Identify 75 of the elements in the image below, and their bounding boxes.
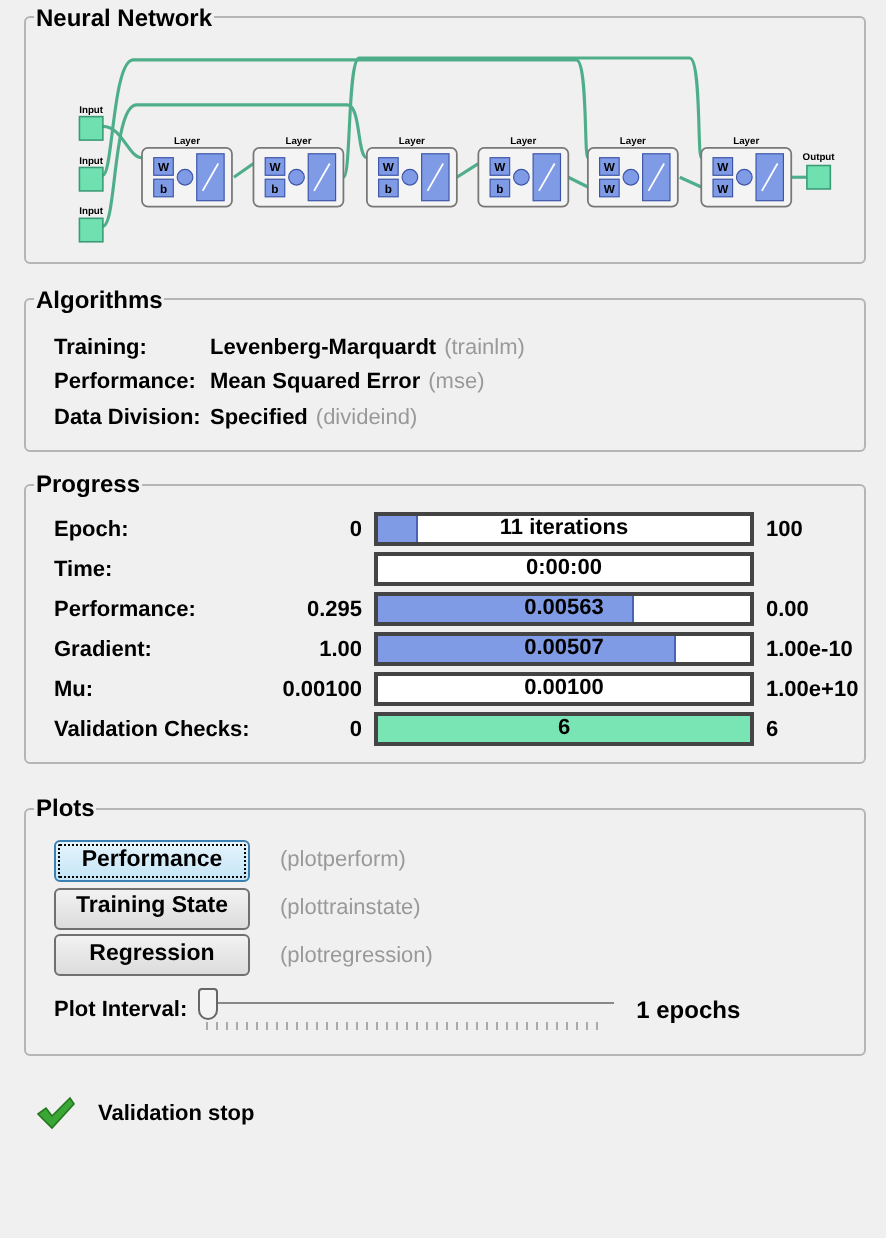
progress-label: Epoch: (54, 515, 131, 545)
weight-box (378, 156, 399, 176)
weight-box (153, 156, 174, 176)
weight-box (153, 178, 174, 197)
input-node (78, 217, 104, 243)
transfer-function-icon (642, 152, 671, 201)
sum-icon (288, 168, 305, 186)
transfer-function-icon (532, 152, 562, 201)
algorithm-value: Levenberg-Marquardt (210, 335, 437, 360)
progress-label: Mu: (54, 675, 96, 705)
section-title: Plots (34, 796, 97, 821)
weight-box (599, 178, 620, 197)
input-node (78, 115, 104, 141)
end-value: 1.00e+10 (766, 675, 859, 705)
progress-label: Performance: (54, 595, 198, 625)
start-value: 1.00 (317, 635, 362, 665)
weight-box (489, 156, 511, 176)
algorithm-label: Data Division: (54, 403, 203, 434)
weight-box (378, 178, 399, 197)
input-node (78, 166, 104, 192)
algorithm-value: Specified (210, 405, 308, 430)
progress-label: Gradient: (54, 635, 154, 665)
progress-label: Time: (54, 555, 115, 585)
plot-interval-slider[interactable] (198, 987, 615, 1032)
transfer-function-icon (307, 152, 337, 201)
check-icon (36, 1096, 76, 1131)
section-title: Neural Network (34, 5, 215, 30)
transfer-function-icon (421, 152, 450, 201)
algorithm-label: Training: (54, 333, 149, 364)
start-value: 0.295 (304, 595, 362, 625)
sum-icon (401, 168, 419, 186)
weight-box (264, 178, 286, 197)
plot-button[interactable]: Performance (54, 839, 250, 882)
progress-reading: 0.00563 (522, 596, 606, 623)
function-name: (divideind) (315, 405, 418, 430)
progress-reading: 11 iterations (497, 516, 631, 543)
end-value: 100 (766, 515, 805, 545)
function-name: (plotregression) (280, 941, 433, 971)
weight-box (264, 156, 286, 176)
function-name: (plotperform) (280, 846, 406, 876)
section-title: Progress (34, 472, 143, 497)
output-node (806, 164, 832, 190)
plot-button[interactable]: Training State (54, 887, 250, 929)
slider-label: Plot Interval: (54, 995, 188, 1025)
start-value: 0 (347, 715, 362, 745)
end-value: 1.00e-10 (766, 635, 855, 665)
progress-reading: 0:00:00 (524, 556, 604, 583)
progress-reading: 6 (555, 716, 573, 743)
start-value: 0.00100 (280, 675, 362, 705)
weight-box (712, 156, 734, 176)
progress-reading: 0.00507 (522, 636, 606, 663)
sum-icon (512, 168, 530, 186)
transfer-function-icon (755, 152, 784, 201)
weight-box (489, 178, 511, 197)
end-value: 6 (766, 715, 781, 745)
transfer-function-icon (196, 152, 225, 201)
status-text: Validation stop (98, 1099, 255, 1129)
progress-label: Validation Checks: (54, 715, 252, 745)
sum-icon (735, 168, 753, 186)
sum-icon (622, 168, 640, 186)
weight-box (712, 178, 734, 197)
algorithm-value: Mean Squared Error (210, 370, 421, 395)
weight-box (599, 156, 620, 176)
function-name: (mse) (428, 370, 485, 395)
end-value: 0.00 (766, 595, 811, 625)
function-name: (plottrainstate) (280, 893, 421, 924)
function-name: (trainlm) (444, 335, 525, 360)
slider-reading: 1 epochs (636, 993, 741, 1028)
plot-button[interactable]: Regression (54, 934, 250, 977)
sum-icon (176, 168, 194, 186)
start-value: 0 (347, 515, 362, 545)
section-title: Algorithms (34, 287, 165, 312)
algorithm-label: Performance: (54, 368, 198, 399)
slider-thumb[interactable] (198, 987, 219, 1020)
progress-reading: 0.00100 (522, 676, 606, 703)
